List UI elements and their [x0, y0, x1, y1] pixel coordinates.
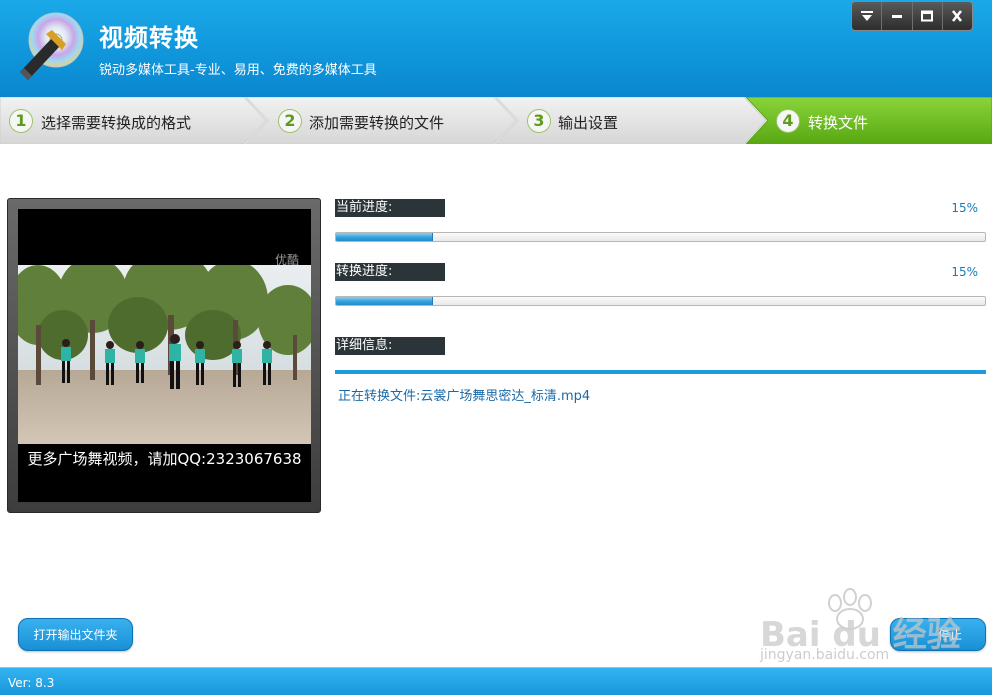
baidu-url-text: jingyan.baidu.com: [760, 647, 890, 663]
step-4-label[interactable]: 转换文件: [808, 112, 868, 133]
detail-info-text: 正在转换文件:云裳广场舞思密达_标清.mp4: [338, 389, 591, 404]
close-button[interactable]: [943, 2, 972, 30]
step-2-number: 2: [278, 109, 302, 133]
step-3-number: 3: [527, 109, 551, 133]
current-progress-percent: 15%: [951, 201, 978, 215]
convert-progress-percent: 15%: [951, 265, 978, 279]
app-title: 视频转换: [99, 24, 199, 52]
step-4-number: 4: [776, 109, 800, 133]
convert-progress-label: 转换进度:: [335, 263, 445, 281]
video-frame-image: [18, 265, 311, 444]
current-progress-fill: [336, 233, 434, 241]
window-controls: [851, 1, 973, 31]
status-bar: Ver: 8.3: [0, 667, 992, 695]
video-preview: 优酷 更多广场舞视频，请加QQ:2323067638: [18, 209, 311, 502]
maximize-icon: [921, 10, 934, 22]
app-subtitle: 锐动多媒体工具-专业、易用、免费的多媒体工具: [99, 63, 377, 78]
step-2-label[interactable]: 添加需要转换的文件: [309, 112, 444, 133]
current-progress-bar: [335, 232, 986, 242]
menu-button[interactable]: [852, 2, 883, 30]
detail-info-label: 详细信息:: [335, 337, 445, 355]
convert-progress-fill: [336, 297, 434, 305]
minimize-button[interactable]: [882, 2, 913, 30]
step-1-number: 1: [9, 109, 33, 133]
app-logo-icon: [20, 12, 84, 80]
close-icon: [952, 10, 963, 22]
detail-divider: [335, 370, 986, 374]
convert-progress-bar: [335, 296, 986, 306]
title-bar: 视频转换 锐动多媒体工具-专业、易用、免费的多媒体工具: [0, 0, 992, 97]
video-preview-frame: 优酷 更多广场舞视频，请加QQ:2323067638: [7, 198, 321, 513]
step-3-label[interactable]: 输出设置: [558, 112, 618, 133]
step-bar: 1 选择需要转换成的格式 2 添加需要转换的文件 3 输出设置 4 转换文件: [0, 97, 992, 144]
step-1-label[interactable]: 选择需要转换成的格式: [41, 112, 191, 133]
version-label: Ver: 8.3: [8, 676, 55, 690]
open-output-folder-button[interactable]: 打开输出文件夹: [18, 618, 133, 651]
menu-icon: [860, 11, 873, 21]
video-caption: 更多广场舞视频，请加QQ:2323067638: [27, 450, 302, 468]
current-progress-label: 当前进度:: [335, 199, 445, 217]
maximize-button[interactable]: [913, 2, 943, 30]
minimize-icon: [891, 15, 902, 18]
baidu-jingyan-watermark: Bai du 经验 jingyan.baidu.com: [760, 585, 961, 665]
